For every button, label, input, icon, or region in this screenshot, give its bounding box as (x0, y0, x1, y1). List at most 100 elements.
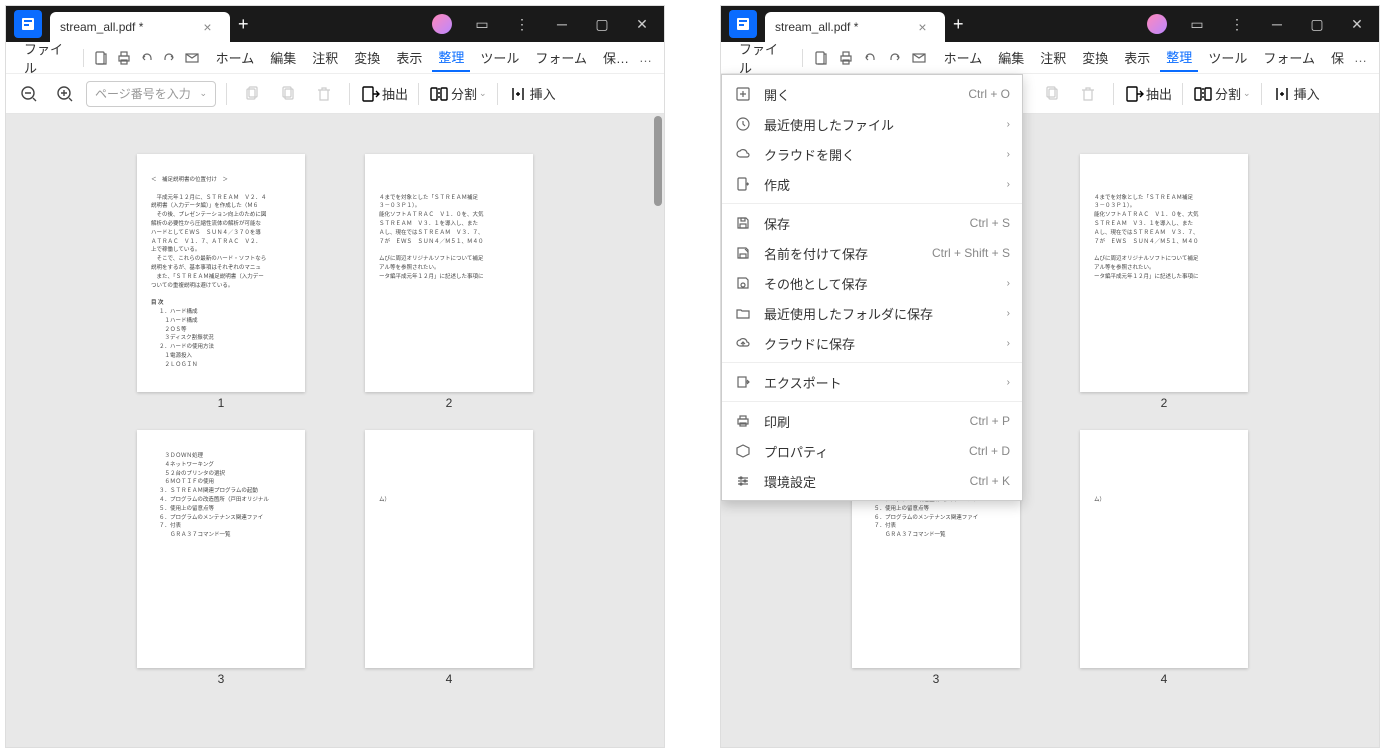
menu-export[interactable]: エクスポート› (722, 367, 1022, 397)
close-window-icon[interactable]: ✕ (1339, 6, 1375, 42)
menu-preferences[interactable]: 環境設定Ctrl + K (722, 466, 1022, 496)
app-icon[interactable] (14, 10, 42, 38)
titlebar: stream_all.pdf * × + ▭ ⋮ ─ ▢ ✕ (6, 6, 664, 42)
delete-icon[interactable] (309, 79, 339, 109)
close-window-icon[interactable]: ✕ (624, 6, 660, 42)
chat-icon[interactable]: ▭ (464, 6, 500, 42)
zoom-out-icon[interactable] (14, 79, 44, 109)
kebab-icon[interactable]: ⋮ (504, 6, 540, 42)
menu-recent-files[interactable]: 最近使用したファイル› (722, 109, 1022, 139)
new-tab-button[interactable]: + (238, 14, 249, 35)
kebab-icon[interactable]: ⋮ (1219, 6, 1255, 42)
scrollbar-vertical[interactable] (654, 116, 662, 206)
avatar[interactable] (1139, 6, 1175, 42)
avatar[interactable] (424, 6, 460, 42)
menu-form[interactable]: フォーム (1257, 44, 1321, 71)
delete-icon[interactable] (1073, 79, 1103, 109)
menu-annotate[interactable]: 注釈 (1034, 44, 1072, 71)
file-menu[interactable]: ファイル (18, 39, 75, 77)
file-menu[interactable]: ファイル (733, 39, 794, 77)
menu-annotate[interactable]: 注釈 (306, 44, 344, 71)
menu-convert[interactable]: 変換 (1076, 44, 1114, 71)
open-icon[interactable] (91, 47, 110, 69)
menu-organize[interactable]: 整理 (1160, 43, 1198, 72)
overflow-icon[interactable]: … (639, 50, 652, 65)
rotate-right-icon[interactable] (273, 79, 303, 109)
menu-home[interactable]: ホーム (938, 44, 989, 71)
page-thumbnail[interactable]: ＜ 補足説明書の位置付け ＞ 平成元年１２月に、ＳＴＲＥＡＭ Ｖ２．４ 説明書（… (137, 154, 305, 410)
menu-open[interactable]: 開くCtrl + O (722, 79, 1022, 109)
menu-tool[interactable]: ツール (474, 44, 525, 71)
split-button[interactable]: 分割⌄ (1193, 84, 1251, 104)
undo-icon[interactable] (137, 47, 156, 69)
menu-home[interactable]: ホーム (210, 44, 261, 71)
menu-edit[interactable]: 編集 (992, 44, 1030, 71)
menu-organize[interactable]: 整理 (432, 43, 470, 72)
maximize-icon[interactable]: ▢ (584, 6, 620, 42)
split-button[interactable]: 分割⌄ (429, 84, 487, 104)
menu-create[interactable]: 作成› (722, 169, 1022, 199)
page-number: 4 (446, 672, 453, 686)
page-thumbnail[interactable]: ４までを対象とした「ＳＴＲＥＡＭ補足 ３－０３Ｐ１）。 能化ソフトＡＴＲＡＣ Ｖ… (365, 154, 533, 410)
page-thumbnail[interactable]: ム） 4 (1080, 430, 1248, 686)
tab-title: stream_all.pdf * (60, 20, 143, 34)
extract-button[interactable]: 抽出 (1124, 84, 1172, 104)
menu-protect[interactable]: 保 (1325, 44, 1350, 71)
undo-icon[interactable] (860, 47, 881, 69)
page-grid: ＜ 補足説明書の位置付け ＞ 平成元年１２月に、ＳＴＲＥＡＭ Ｖ２．４ 説明書（… (6, 114, 664, 747)
menu-view[interactable]: 表示 (1118, 44, 1156, 71)
page-thumbnail[interactable]: ３ＤＯＷＮ処理 ４ネットワーキング ５２台のプリンタの選択 ６ＭＯＴＩＦの使用 … (137, 430, 305, 686)
overflow-icon[interactable]: … (1354, 50, 1367, 65)
menu-save-cloud[interactable]: クラウドに保存› (722, 328, 1022, 358)
zoom-in-icon[interactable] (50, 79, 80, 109)
save-icon (734, 214, 752, 232)
close-icon[interactable]: × (203, 19, 211, 35)
redo-icon[interactable] (160, 47, 179, 69)
close-icon[interactable]: × (918, 19, 926, 35)
insert-button[interactable]: 挿入 (508, 84, 556, 104)
menu-tool[interactable]: ツール (1202, 44, 1253, 71)
rotate-left-icon[interactable] (237, 79, 267, 109)
app-icon[interactable] (729, 10, 757, 38)
page-number: 2 (446, 396, 453, 410)
print-icon[interactable] (114, 47, 133, 69)
minimize-icon[interactable]: ─ (544, 6, 580, 42)
create-icon (734, 175, 752, 193)
menu-edit[interactable]: 編集 (264, 44, 302, 71)
mail-icon[interactable] (909, 47, 930, 69)
menu-view[interactable]: 表示 (390, 44, 428, 71)
menu-form[interactable]: フォーム (529, 44, 593, 71)
menu-print[interactable]: 印刷Ctrl + P (722, 406, 1022, 436)
page-thumbnail[interactable]: ４までを対象とした「ＳＴＲＥＡＭ補足 ３－０３Ｐ１）。 能化ソフトＡＴＲＡＣ Ｖ… (1080, 154, 1248, 410)
mail-icon[interactable] (183, 47, 202, 69)
export-icon (734, 373, 752, 391)
titlebar: stream_all.pdf * × + ▭ ⋮ ─ ▢ ✕ (721, 6, 1379, 42)
document-tab[interactable]: stream_all.pdf * × (50, 12, 230, 42)
redo-icon[interactable] (884, 47, 905, 69)
properties-icon (734, 442, 752, 460)
chat-icon[interactable]: ▭ (1179, 6, 1215, 42)
rotate-right-icon[interactable] (1037, 79, 1067, 109)
window-right: stream_all.pdf * × + ▭ ⋮ ─ ▢ ✕ ファイル ホーム … (720, 5, 1380, 748)
menu-protect[interactable]: 保… (597, 44, 635, 71)
save-other-icon (734, 274, 752, 292)
page-number: 4 (1161, 672, 1168, 686)
open-icon[interactable] (811, 47, 832, 69)
menu-save-as[interactable]: 名前を付けて保存Ctrl + Shift + S (722, 238, 1022, 268)
insert-button[interactable]: 挿入 (1272, 84, 1320, 104)
menu-convert[interactable]: 変換 (348, 44, 386, 71)
menu-save[interactable]: 保存Ctrl + S (722, 208, 1022, 238)
menu-save-recent-folder[interactable]: 最近使用したフォルダに保存› (722, 298, 1022, 328)
minimize-icon[interactable]: ─ (1259, 6, 1295, 42)
menubar: ファイル ホーム 編集 注釈 変換 表示 整理 ツール フォーム 保… … (6, 42, 664, 74)
document-tab[interactable]: stream_all.pdf * × (765, 12, 945, 42)
page-number-input[interactable]: ページ番号を入力⌄ (86, 81, 216, 107)
print-icon[interactable] (835, 47, 856, 69)
menu-properties[interactable]: プロパティCtrl + D (722, 436, 1022, 466)
menu-open-cloud[interactable]: クラウドを開く› (722, 139, 1022, 169)
page-thumbnail[interactable]: ム） 4 (365, 430, 533, 686)
extract-button[interactable]: 抽出 (360, 84, 408, 104)
new-tab-button[interactable]: + (953, 14, 964, 35)
maximize-icon[interactable]: ▢ (1299, 6, 1335, 42)
menu-save-other[interactable]: その他として保存› (722, 268, 1022, 298)
